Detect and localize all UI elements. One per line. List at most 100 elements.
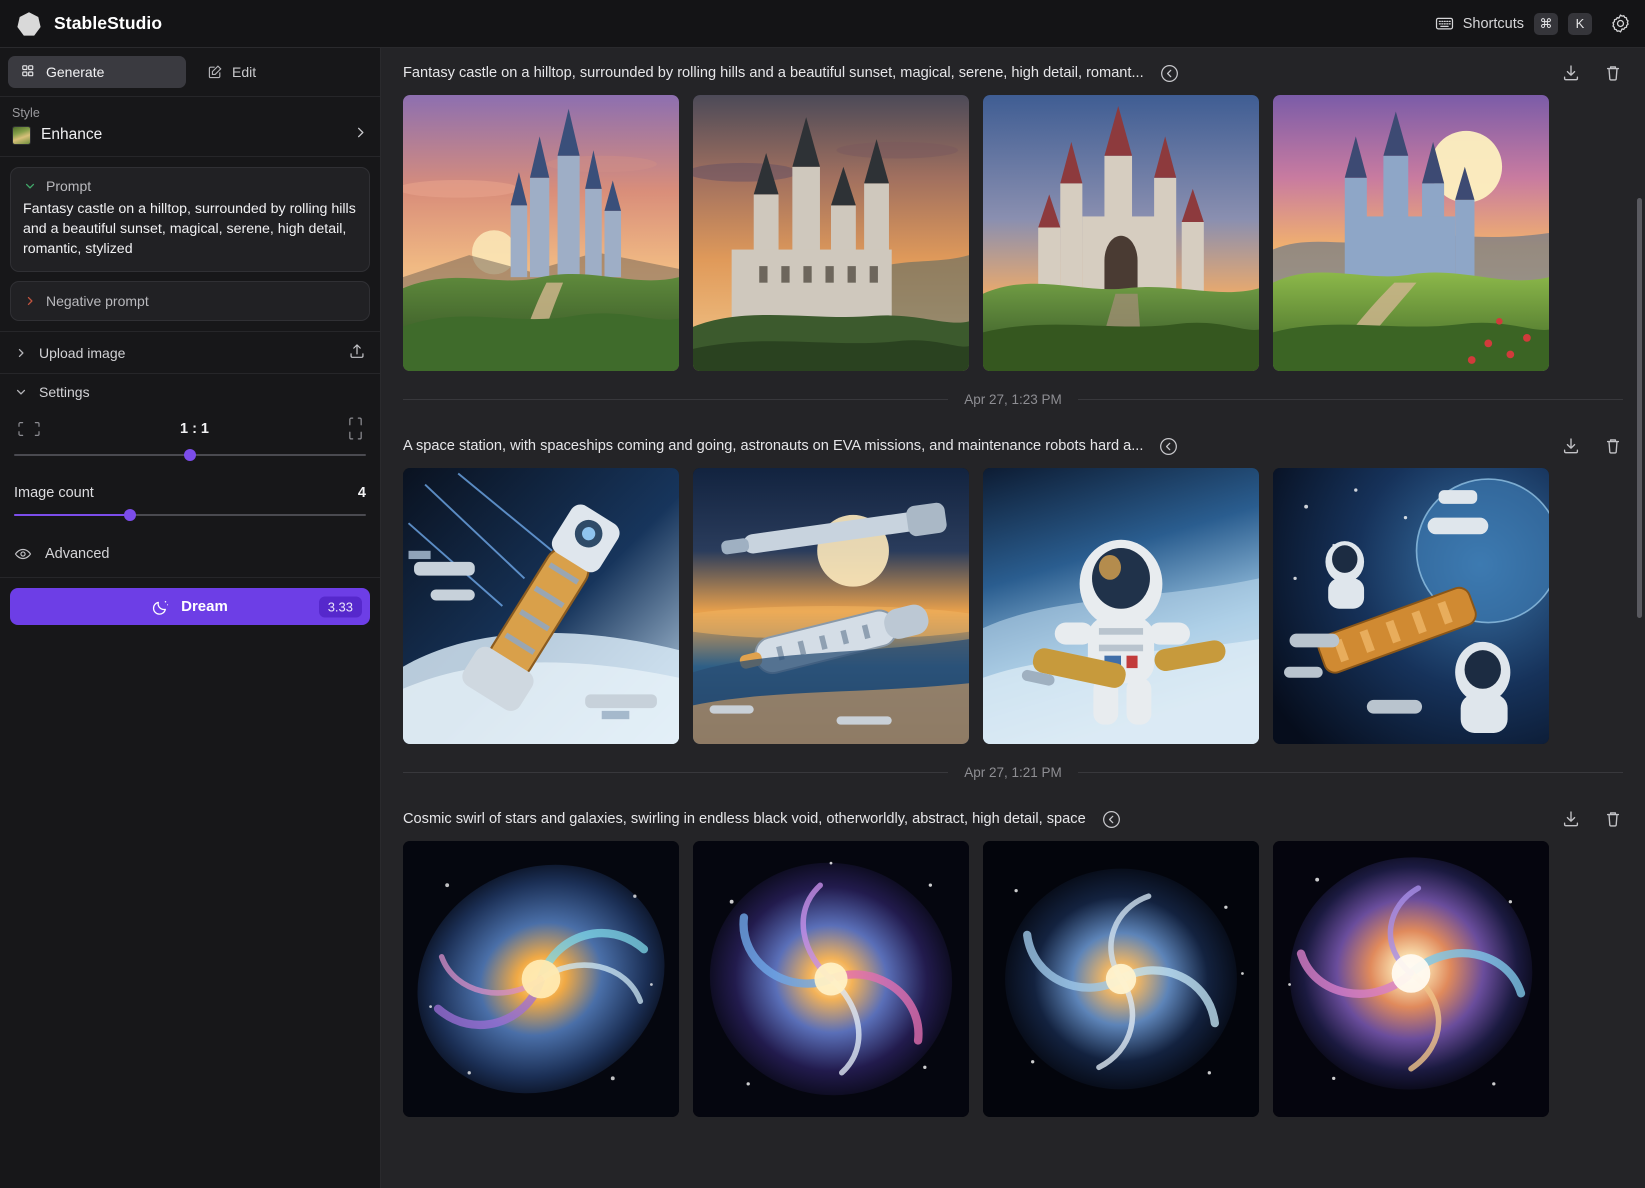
style-section: Style Enhance [0, 97, 380, 157]
generated-image[interactable] [1273, 841, 1549, 1117]
generation-group-castle: Fantasy castle on a hilltop, surrounded … [381, 48, 1645, 371]
generation-group-cosmic-swirl: Cosmic swirl of stars and galaxies, swir… [381, 794, 1645, 1117]
slider-knob[interactable] [184, 449, 196, 461]
prompt-card[interactable]: Prompt Fantasy castle on a hilltop, surr… [10, 167, 370, 272]
dream-section: Dream 3.33 [0, 578, 380, 635]
divider-line [1078, 772, 1623, 773]
prompt-card-head: Prompt [23, 178, 357, 194]
style-value: Enhance [41, 126, 102, 144]
chevron-down-icon[interactable] [23, 180, 36, 192]
scrollbar-thumb[interactable] [1637, 198, 1642, 618]
moon-stars-icon [152, 598, 170, 616]
dream-label: Dream [181, 598, 228, 615]
generation-actions [1561, 63, 1623, 83]
style-thumbnail-icon [12, 126, 31, 145]
landscape-frame-icon[interactable] [16, 419, 42, 439]
upload-image-button[interactable] [348, 342, 366, 363]
divider-line [1078, 399, 1623, 400]
negative-prompt-title: Negative prompt [46, 293, 149, 309]
timestamp-divider: Apr 27, 1:21 PM [381, 750, 1645, 794]
generated-image[interactable] [693, 841, 969, 1117]
generation-feed-inner: Fantasy castle on a hilltop, surrounded … [381, 48, 1645, 1147]
pencil-square-icon [207, 64, 223, 80]
kbd-cmd[interactable]: ⌘ [1534, 13, 1558, 35]
shortcuts-button[interactable]: Shortcuts [1435, 14, 1524, 33]
upload-image-row[interactable]: Upload image [0, 332, 380, 374]
generation-prompt: Fantasy castle on a hilltop, surrounded … [403, 65, 1144, 81]
dream-credits-badge: 3.33 [319, 596, 362, 617]
generation-prompt: A space station, with spaceships coming … [403, 438, 1143, 454]
generation-group-space-station: A space station, with spaceships coming … [381, 421, 1645, 744]
negative-prompt-head: Negative prompt [23, 293, 357, 309]
generated-image[interactable] [983, 841, 1259, 1117]
timestamp-label: Apr 27, 1:23 PM [964, 392, 1062, 407]
generation-header: Fantasy castle on a hilltop, surrounded … [403, 48, 1623, 92]
generation-header: Cosmic swirl of stars and galaxies, swir… [403, 794, 1623, 838]
chevron-right-icon [14, 347, 27, 359]
slider-knob[interactable] [124, 509, 136, 521]
advanced-label: Advanced [45, 546, 110, 562]
generated-image[interactable] [1273, 468, 1549, 744]
top-bar: StableStudio Shortcuts ⌘ K [0, 0, 1645, 48]
generation-prompt: Cosmic swirl of stars and galaxies, swir… [403, 811, 1086, 827]
image-count-label: Image count [14, 485, 94, 501]
timestamp-divider: Apr 27, 1:23 PM [381, 377, 1645, 421]
tab-edit[interactable]: Edit [194, 56, 372, 88]
generated-image[interactable] [983, 468, 1259, 744]
style-selector[interactable]: Enhance [12, 125, 368, 145]
brand: StableStudio [16, 11, 162, 37]
settings-section: Settings 1 : 1 Image count [0, 374, 380, 578]
shortcuts-label: Shortcuts [1463, 16, 1524, 32]
image-count-slider[interactable] [14, 507, 366, 523]
generated-image[interactable] [403, 468, 679, 744]
tab-generate-label: Generate [46, 64, 104, 80]
download-icon[interactable] [1561, 809, 1581, 829]
settings-label: Settings [39, 384, 90, 400]
image-count-row: Image count 4 [14, 485, 366, 501]
generated-image[interactable] [693, 95, 969, 371]
divider-line [403, 399, 948, 400]
download-icon[interactable] [1561, 63, 1581, 83]
generation-feed[interactable]: Fantasy castle on a hilltop, surrounded … [381, 48, 1645, 1188]
settings-header[interactable]: Settings [14, 384, 366, 400]
prompt-input[interactable]: Fantasy castle on a hilltop, surrounded … [23, 199, 357, 259]
trash-icon[interactable] [1603, 436, 1623, 456]
stablestudio-app: StableStudio Shortcuts ⌘ K [0, 0, 1645, 1188]
generation-actions [1561, 809, 1623, 829]
generated-image[interactable] [403, 95, 679, 371]
app-body: Generate Edit Style Enhance [0, 48, 1645, 1188]
portrait-frame-icon[interactable] [347, 416, 364, 441]
generated-image[interactable] [403, 841, 679, 1117]
trash-icon[interactable] [1603, 809, 1623, 829]
gear-icon [1610, 13, 1631, 34]
negative-prompt-card[interactable]: Negative prompt [10, 281, 370, 321]
settings-button[interactable] [1610, 13, 1631, 34]
app-title: StableStudio [54, 13, 162, 34]
generation-actions [1561, 436, 1623, 456]
top-bar-right: Shortcuts ⌘ K [1435, 13, 1631, 35]
upload-image-label: Upload image [39, 345, 125, 361]
trash-icon[interactable] [1603, 63, 1623, 83]
kbd-k[interactable]: K [1568, 13, 1592, 35]
tab-generate[interactable]: Generate [8, 56, 186, 88]
arrow-left-circle-icon[interactable] [1101, 809, 1122, 830]
aspect-ratio-row: 1 : 1 [14, 416, 366, 441]
arrow-left-circle-icon[interactable] [1159, 63, 1180, 84]
generated-image[interactable] [1273, 95, 1549, 371]
download-icon[interactable] [1561, 436, 1581, 456]
tab-edit-label: Edit [232, 64, 256, 80]
generated-image[interactable] [693, 468, 969, 744]
chevron-right-icon [353, 125, 368, 145]
style-section-label: Style [12, 106, 368, 120]
image-count-value: 4 [358, 485, 366, 501]
generated-image[interactable] [983, 95, 1259, 371]
aspect-ratio-slider[interactable] [14, 447, 366, 463]
slider-fill [14, 514, 130, 516]
arrow-left-circle-icon[interactable] [1158, 436, 1179, 457]
upload-icon [348, 342, 366, 360]
sidebar: Generate Edit Style Enhance [0, 48, 381, 1188]
advanced-toggle[interactable]: Advanced [14, 545, 366, 563]
aspect-ratio-value: 1 : 1 [180, 421, 209, 437]
dream-button[interactable]: Dream 3.33 [10, 588, 370, 625]
chevron-right-icon[interactable] [23, 295, 36, 307]
